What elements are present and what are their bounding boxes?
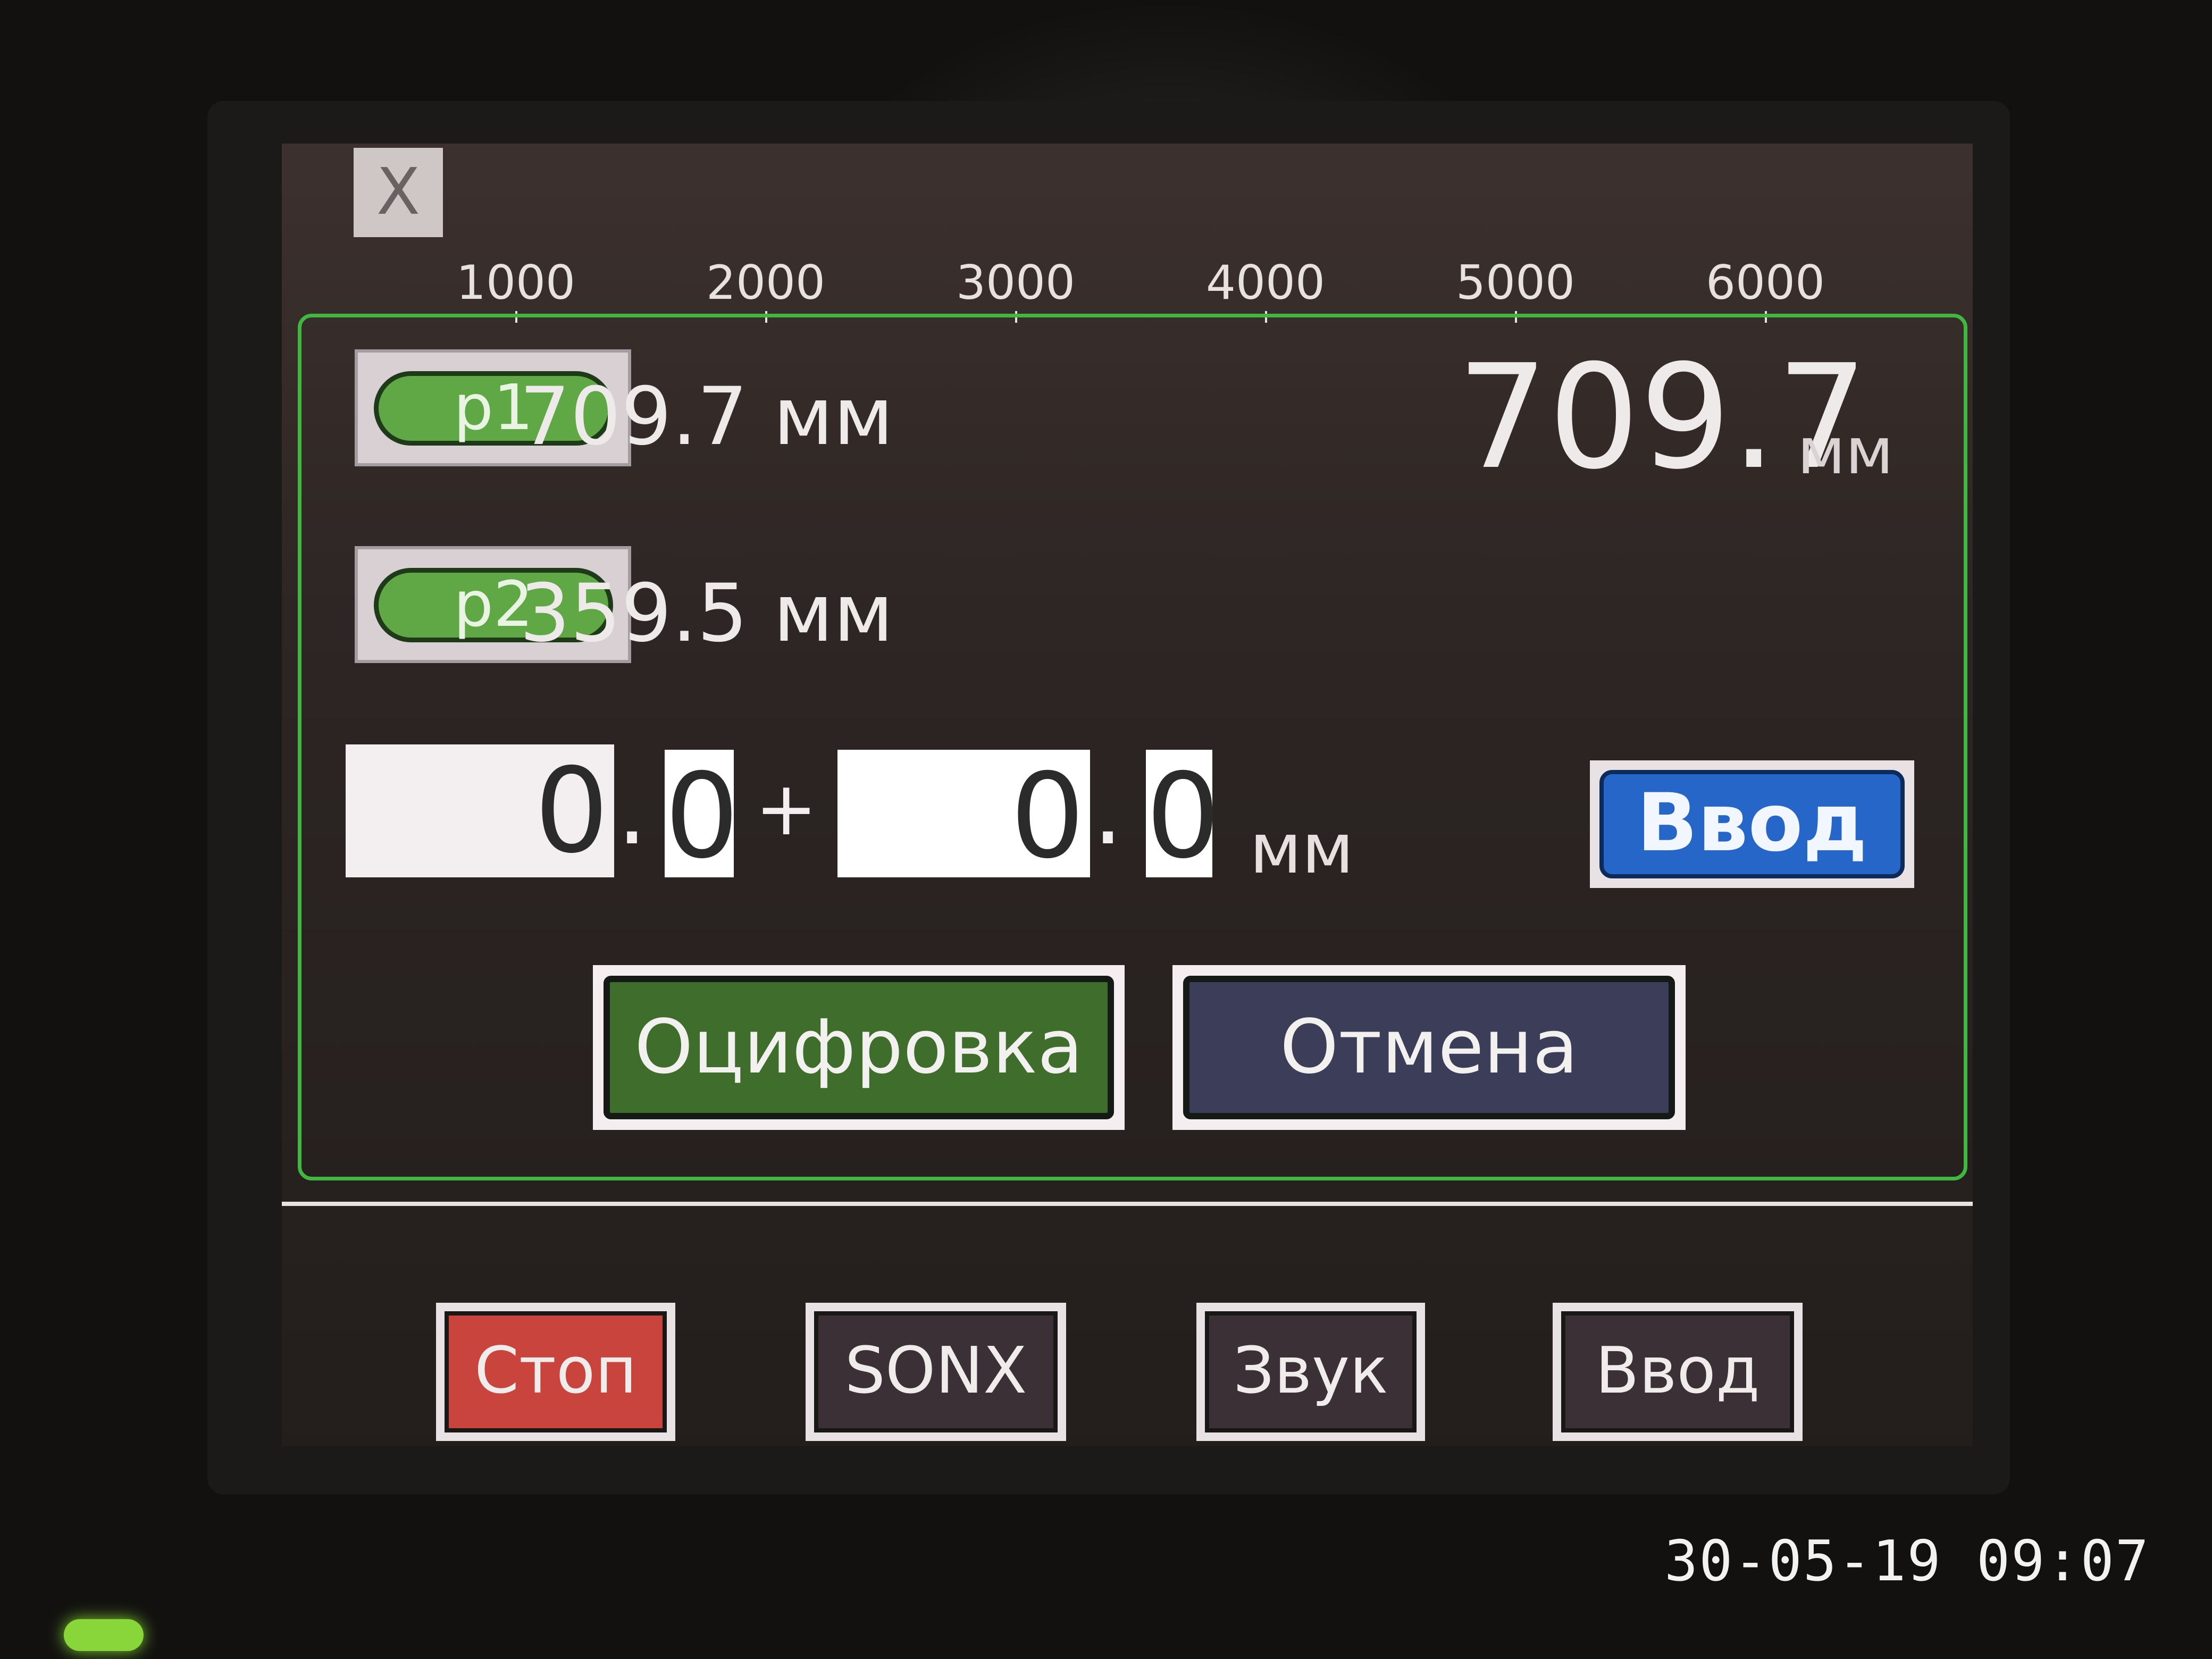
sound-label: Звук xyxy=(1205,1311,1417,1432)
ruler-tick: 4000 xyxy=(1186,255,1345,323)
result-unit: мм xyxy=(1797,415,1894,489)
base-decimal-point: . xyxy=(617,755,648,866)
photo-timestamp: 30-05-19 09:07 xyxy=(1664,1529,2150,1594)
sound-button[interactable]: Звук xyxy=(1196,1303,1425,1441)
p1-reading: 709.7 мм xyxy=(520,371,894,463)
enter-value-button[interactable]: Ввод xyxy=(1590,760,1914,888)
enter-value-label: Ввод xyxy=(1599,770,1905,878)
hmi-screen: X 1000 2000 3000 4000 5000 6000 p1 709.7… xyxy=(282,144,1973,1446)
bottom-enter-button[interactable]: Ввод xyxy=(1553,1303,1803,1441)
stop-label: Стоп xyxy=(445,1311,667,1432)
power-led xyxy=(64,1619,144,1651)
sonx-label: SONX xyxy=(814,1311,1058,1432)
p2-reading: 359.5 мм xyxy=(520,567,894,660)
digitize-button[interactable]: Оцифровка xyxy=(593,965,1125,1130)
base-value-input[interactable]: 0 xyxy=(346,744,614,877)
ruler-tick: 1000 xyxy=(436,255,596,323)
screen-divider xyxy=(282,1202,1973,1206)
stop-button[interactable]: Стоп xyxy=(436,1303,675,1441)
plus-sign: + xyxy=(755,766,818,852)
offset-value-input[interactable]: 0 xyxy=(837,750,1090,883)
ruler-tick: 2000 xyxy=(686,255,845,323)
offset-decimal-input[interactable]: 0 xyxy=(1146,750,1220,883)
ruler-tick: 5000 xyxy=(1436,255,1595,323)
digitize-label: Оцифровка xyxy=(604,976,1114,1119)
close-button[interactable]: X xyxy=(354,148,443,237)
ruler-tick: 6000 xyxy=(1686,255,1845,323)
offset-decimal-point: . xyxy=(1093,755,1124,866)
cancel-button[interactable]: Отмена xyxy=(1172,965,1686,1130)
ruler-tick: 3000 xyxy=(936,255,1095,323)
bottom-enter-label: Ввод xyxy=(1561,1311,1794,1432)
cancel-label: Отмена xyxy=(1183,976,1675,1119)
base-decimal-input[interactable]: 0 xyxy=(665,750,739,883)
sonx-button[interactable]: SONX xyxy=(806,1303,1066,1441)
input-unit: мм xyxy=(1250,808,1354,889)
length-ruler: 1000 2000 3000 4000 5000 6000 xyxy=(456,255,1951,323)
